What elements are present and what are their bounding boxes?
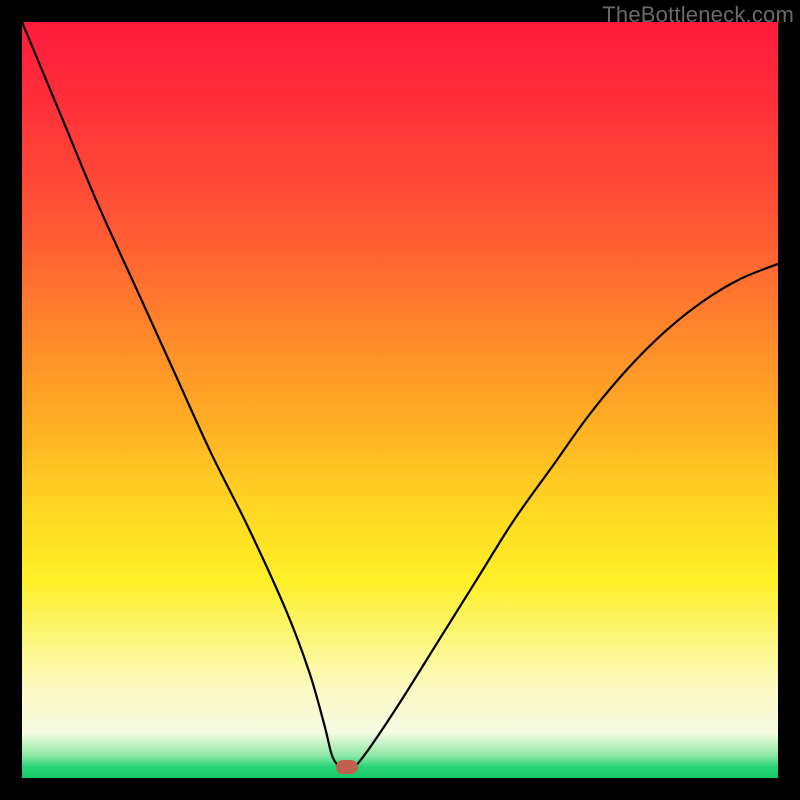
chart-frame: TheBottleneck.com: [0, 0, 800, 800]
optimum-marker: [336, 760, 358, 774]
plot-area: [22, 22, 778, 778]
watermark-text: TheBottleneck.com: [602, 2, 794, 28]
bottleneck-curve: [22, 22, 778, 778]
